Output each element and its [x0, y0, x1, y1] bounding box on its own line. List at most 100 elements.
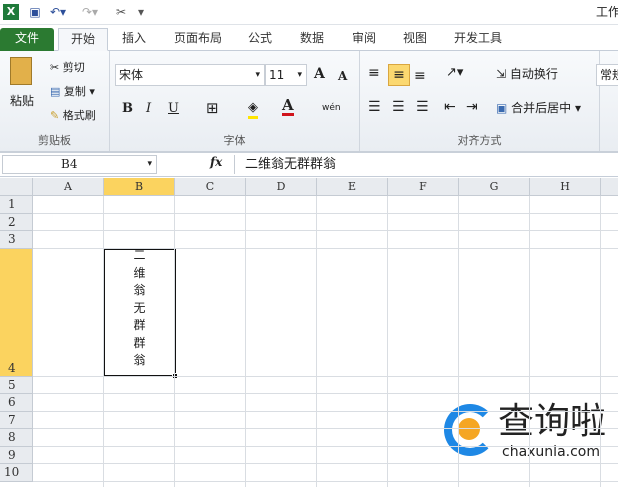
- grid-line: [245, 196, 246, 487]
- insert-function-button[interactable]: fx: [210, 155, 222, 169]
- tab-data[interactable]: 数据: [294, 28, 330, 51]
- fill-color-icon[interactable]: ◈: [248, 100, 258, 119]
- copy-button[interactable]: ▤ 复制 ▾: [50, 84, 95, 100]
- align-left-icon[interactable]: ☰: [368, 99, 381, 115]
- tab-page-layout[interactable]: 页面布局: [168, 28, 228, 51]
- watermark-text: 查询啦: [498, 401, 607, 442]
- column-header-next[interactable]: [601, 178, 618, 196]
- undo-icon[interactable]: ↶▾: [48, 4, 68, 20]
- tab-home[interactable]: 开始: [58, 28, 108, 51]
- formula-bar: B4 ▾ fx 二维翁无群群翁: [0, 153, 618, 177]
- column-header-C[interactable]: C: [175, 178, 246, 196]
- name-box[interactable]: B4 ▾: [2, 155, 157, 174]
- tab-developer[interactable]: 开发工具: [448, 28, 508, 51]
- column-header-B[interactable]: B: [104, 178, 175, 196]
- formula-input[interactable]: 二维翁无群群翁: [234, 155, 618, 174]
- excel-logo-icon: X: [3, 4, 19, 20]
- merge-center-button[interactable]: ▣ 合并后居中 ▾: [496, 100, 581, 116]
- phonetic-button[interactable]: wén: [322, 100, 341, 116]
- row-header-1[interactable]: 1: [0, 196, 33, 214]
- clipboard-group: 粘贴 ✂ 剪切 ▤ 复制 ▾ ✎ 格式刷 剪贴板: [0, 51, 110, 151]
- cell-b4-char: 群: [133, 335, 146, 350]
- paste-icon: [10, 57, 32, 85]
- font-group: 宋体 ▾ 11 ▾ A A B I U ⊞ ◈ A wén 字体: [110, 51, 360, 151]
- row-header-2[interactable]: 2: [0, 213, 33, 231]
- align-middle-icon[interactable]: ≡: [388, 64, 410, 86]
- column-header-A[interactable]: A: [33, 178, 104, 196]
- wrap-text-button[interactable]: ⇲ 自动换行: [496, 66, 558, 82]
- redo-icon[interactable]: ↷▾: [80, 4, 100, 20]
- align-bottom-icon[interactable]: ≡: [414, 68, 426, 84]
- column-header-H[interactable]: H: [530, 178, 601, 196]
- number-format-select[interactable]: 常规: [596, 64, 618, 86]
- tab-review[interactable]: 审阅: [346, 28, 382, 51]
- decrease-indent-icon[interactable]: ⇤: [444, 99, 456, 115]
- row-header-3[interactable]: 3: [0, 231, 33, 249]
- grid-line: [33, 212, 618, 214]
- row-header-6[interactable]: 6: [0, 394, 33, 412]
- border-icon[interactable]: ⊞: [206, 100, 219, 116]
- cell-b4-char: 群: [133, 318, 146, 332]
- selected-cell-b4[interactable]: 二维翁无群群翁: [103, 247, 178, 379]
- watermark-dot-icon: [458, 418, 480, 440]
- font-name-select[interactable]: 宋体 ▾: [115, 64, 265, 86]
- row-header-7[interactable]: 7: [0, 411, 33, 429]
- row-header-9[interactable]: 9: [0, 446, 33, 464]
- alignment-label: 对齐方式: [457, 134, 502, 147]
- font-size-select[interactable]: 11 ▾: [265, 64, 307, 86]
- underline-button[interactable]: U: [168, 101, 179, 117]
- column-header-G[interactable]: G: [459, 178, 530, 196]
- grid-line: [387, 196, 388, 487]
- row-header-10[interactable]: 10: [0, 464, 33, 482]
- window-title: 工作: [596, 5, 618, 19]
- tools-icon[interactable]: ✂: [112, 4, 130, 20]
- select-all-button[interactable]: [0, 178, 33, 196]
- bold-button[interactable]: B: [122, 101, 133, 117]
- grow-font-button[interactable]: A: [314, 66, 325, 82]
- cut-button[interactable]: ✂ 剪切: [50, 60, 85, 76]
- format-painter-button[interactable]: ✎ 格式刷: [50, 108, 96, 124]
- worksheet-grid[interactable]: ABCDEFGH 1 2 3 4 5 6 7 8 9 10 二维翁无群群翁 查询啦 chaxunl…: [0, 178, 618, 487]
- scissors-icon: ✂: [50, 61, 63, 74]
- cell-b4-char: 翁: [133, 283, 146, 297]
- column-header-E[interactable]: E: [317, 178, 388, 196]
- italic-button[interactable]: I: [146, 101, 151, 117]
- grid-line: [316, 196, 317, 487]
- grid-line: [33, 480, 618, 482]
- grid-line: [600, 196, 601, 487]
- ribbon-tabs: 文件 开始 插入 页面布局 公式 数据 审阅 视图 开发工具: [0, 25, 618, 51]
- alignment-group: ≡ ≡ ≡ ↗▾ ⇲ 自动换行 ☰ ☰ ☰ ⇤ ⇥ ▣ 合并后居中 ▾ 对齐方式: [360, 51, 600, 151]
- orientation-icon[interactable]: ↗▾: [446, 65, 463, 81]
- shrink-font-button[interactable]: A: [338, 68, 347, 84]
- grid-line: [33, 247, 618, 249]
- cell-b4-text: 二维翁无群群翁: [105, 247, 174, 370]
- align-center-icon[interactable]: ☰: [392, 99, 405, 115]
- align-top-icon[interactable]: ≡: [368, 65, 380, 81]
- column-header-D[interactable]: D: [246, 178, 317, 196]
- align-right-icon[interactable]: ☰: [416, 99, 429, 115]
- increase-indent-icon[interactable]: ⇥: [466, 99, 478, 115]
- cell-b4-char: 翁: [133, 353, 146, 367]
- save-icon[interactable]: ▣: [27, 4, 43, 20]
- column-header-F[interactable]: F: [388, 178, 459, 196]
- grid-line: [33, 393, 618, 394]
- copy-icon: ▤: [50, 85, 64, 98]
- customize-qat-icon[interactable]: ▾: [136, 4, 146, 20]
- tab-formulas[interactable]: 公式: [242, 28, 278, 51]
- paste-button[interactable]: 粘贴: [10, 93, 34, 109]
- merge-icon: ▣: [496, 101, 508, 115]
- grid-line: [174, 196, 175, 487]
- grid-line: [458, 196, 459, 487]
- row-header-8[interactable]: 8: [0, 429, 33, 447]
- clipboard-label: 剪贴板: [38, 134, 71, 147]
- font-color-button[interactable]: A: [282, 97, 294, 116]
- quick-access-toolbar: X ▣ ↶▾ ↷▾ ✂ ▾ 工作: [0, 0, 618, 25]
- grid-line: [33, 230, 618, 231]
- tab-file[interactable]: 文件: [0, 28, 54, 51]
- tab-insert[interactable]: 插入: [114, 28, 154, 51]
- tab-view[interactable]: 视图: [397, 28, 433, 51]
- grid-line: [33, 375, 618, 377]
- row-header-4[interactable]: 4: [0, 248, 33, 377]
- row-header-5[interactable]: 5: [0, 376, 33, 394]
- wrap-icon: ⇲: [496, 67, 507, 81]
